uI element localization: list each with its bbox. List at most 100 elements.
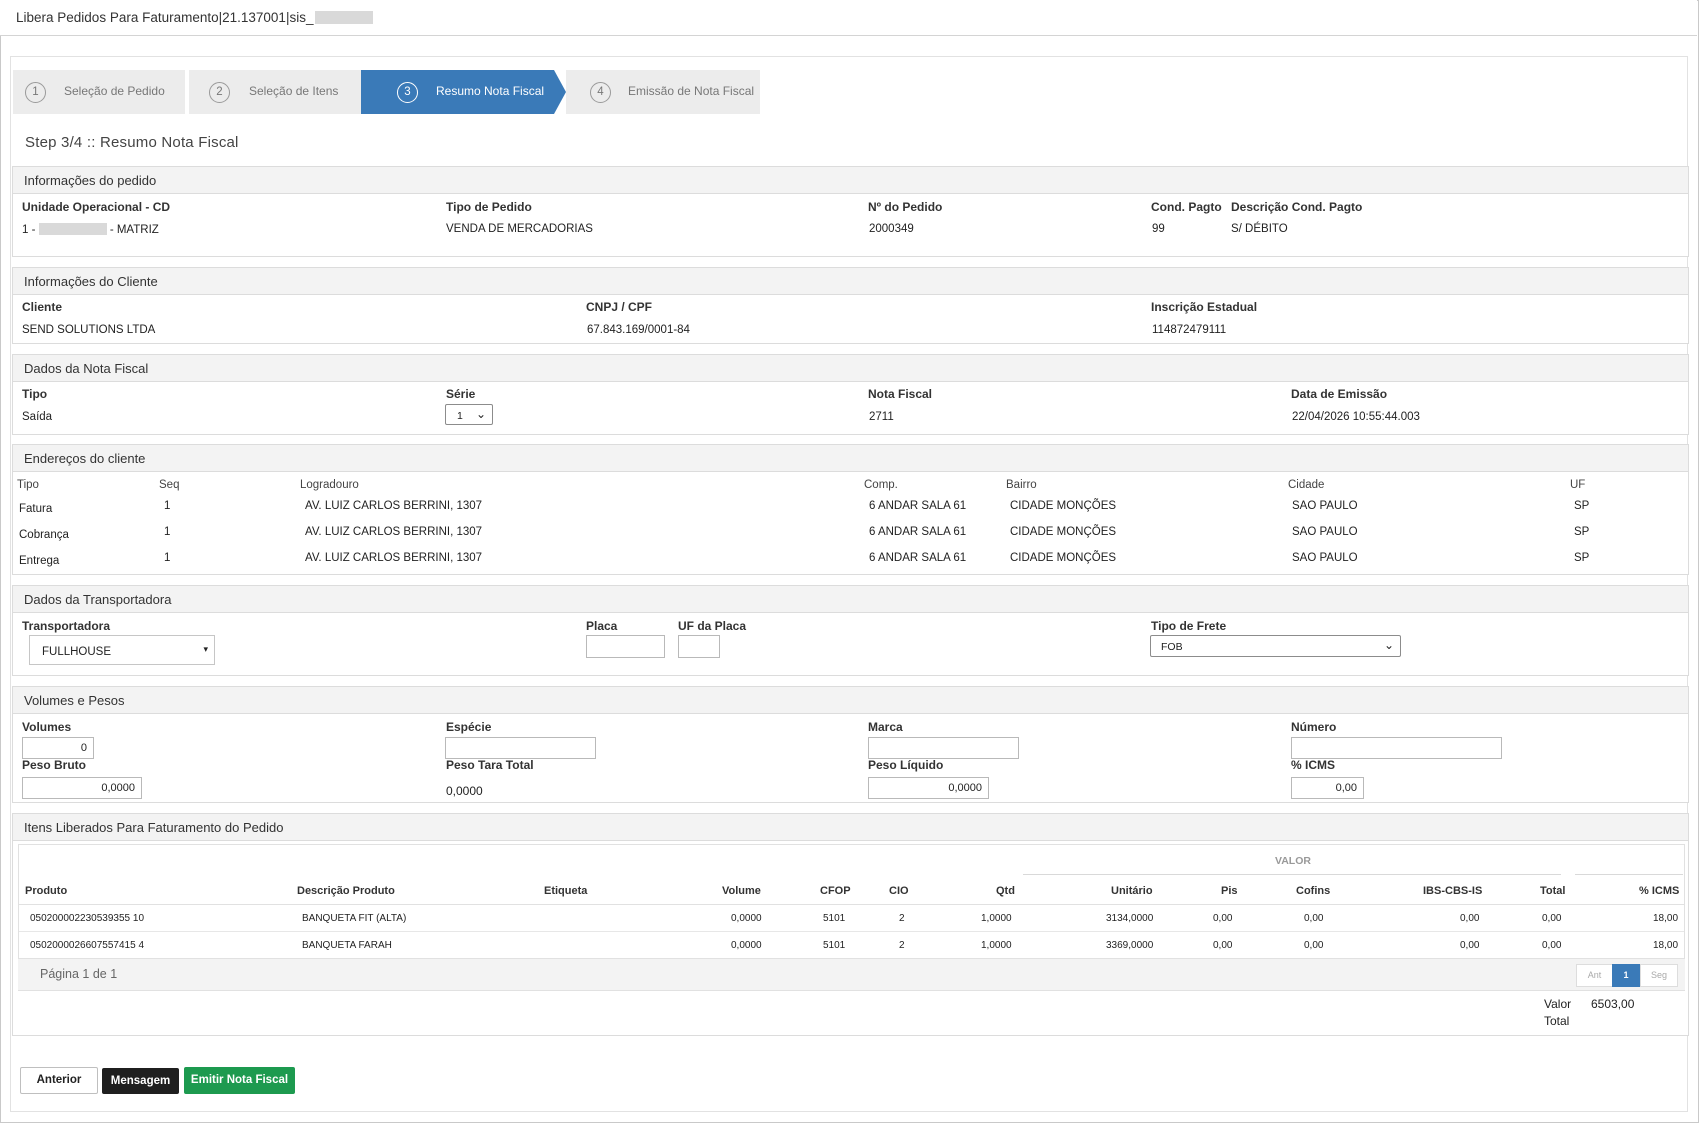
- tipo-frete-label: Tipo de Frete: [1151, 619, 1227, 633]
- valor-total-label-2: Total: [1544, 1014, 1570, 1028]
- cnpj-value: 67.843.169/0001-84: [587, 324, 690, 336]
- emitir-nota-fiscal-button[interactable]: Emitir Nota Fiscal: [184, 1067, 295, 1094]
- placa-label: Placa: [586, 619, 618, 633]
- tipo-frete-select[interactable]: FOB ⌄: [1150, 635, 1401, 657]
- transportadora-selected-value: FULLHOUSE: [42, 646, 112, 658]
- section-heading: Dados da Transportadora: [13, 586, 1688, 613]
- endereco-logradouro: AV. LUIZ CARLOS BERRINI, 1307: [305, 526, 483, 538]
- endereco-bairro: CIDADE MONÇÕES: [1010, 552, 1117, 564]
- col-header-unitario: Unitário: [1111, 885, 1153, 897]
- endereco-cidade: SAO PAULO: [1292, 526, 1358, 538]
- item-produto: 0502000026607557415 4: [30, 940, 145, 951]
- pager-current-page[interactable]: 1: [1612, 964, 1640, 987]
- item-descricao: BANQUETA FARAH: [302, 940, 392, 951]
- numero-input[interactable]: [1291, 737, 1502, 759]
- ie-value: 114872479111: [1152, 324, 1227, 336]
- transportadora-label: Transportadora: [22, 619, 111, 633]
- icms-label: % ICMS: [1291, 758, 1336, 772]
- col-header-cfop: CFOP: [820, 885, 851, 897]
- section-heading: Dados da Nota Fiscal: [13, 355, 1688, 382]
- endereco-cidade: SAO PAULO: [1292, 552, 1358, 564]
- volumes-label: Volumes: [22, 720, 72, 734]
- nf-tipo-label: Tipo: [22, 387, 48, 401]
- anterior-button[interactable]: Anterior: [20, 1067, 98, 1094]
- endereco-comp: 6 ANDAR SALA 61: [869, 552, 967, 564]
- col-header-etiqueta: Etiqueta: [544, 885, 588, 897]
- transportadora-select[interactable]: FULLHOUSE ▾: [29, 635, 215, 665]
- col-header-descricao: Descrição Produto: [297, 885, 395, 897]
- peso-tara-label: Peso Tara Total: [446, 758, 534, 772]
- peso-bruto-label: Peso Bruto: [22, 758, 87, 772]
- icms-input[interactable]: 0,00: [1291, 777, 1364, 799]
- col-header-volume: Volume: [722, 885, 761, 897]
- cnpj-label: CNPJ / CPF: [586, 300, 653, 314]
- volumes-input[interactable]: 0: [22, 737, 94, 759]
- col-header-bairro: Bairro: [1006, 479, 1037, 491]
- section-heading: Informações do pedido: [13, 167, 1688, 194]
- uf-placa-label: UF da Placa: [678, 619, 747, 633]
- col-header-comp: Comp.: [864, 479, 898, 491]
- peso-liquido-label: Peso Líquido: [868, 758, 944, 772]
- redacted-block: [38, 223, 107, 235]
- item-icms: 18,00: [1653, 940, 1679, 951]
- endereco-seq: 1: [164, 526, 171, 538]
- peso-bruto-input[interactable]: 0,0000: [22, 777, 142, 799]
- endereco-seq: 1: [164, 552, 171, 564]
- endereco-cidade: SAO PAULO: [1292, 500, 1358, 512]
- ie-label: Inscrição Estadual: [1151, 300, 1258, 314]
- step-label: Seleção de Itens: [249, 84, 339, 98]
- marca-input[interactable]: [868, 737, 1019, 759]
- pager-bar: [18, 958, 1685, 990]
- endereco-tipo: Cobrança: [19, 529, 69, 541]
- endereco-logradouro: AV. LUIZ CARLOS BERRINI, 1307: [305, 552, 483, 564]
- col-header-cio: CIO: [889, 885, 909, 897]
- nf-tipo-value: Saída: [22, 411, 53, 423]
- col-header-produto: Produto: [25, 885, 68, 897]
- step-arrow: [348, 70, 360, 114]
- mensagem-button[interactable]: Mensagem: [102, 1068, 179, 1094]
- step-number: 2: [209, 82, 230, 103]
- col-header-icms: % ICMS: [1639, 885, 1680, 897]
- pager-prev-button[interactable]: Ant: [1576, 964, 1613, 987]
- pager-next-button[interactable]: Seg: [1640, 964, 1678, 987]
- placa-input[interactable]: [586, 635, 665, 658]
- wizard-step-3[interactable]: 3 Resumo Nota Fiscal: [361, 70, 554, 114]
- step-number: 1: [25, 82, 46, 103]
- chevron-down-icon: ⌄: [475, 407, 486, 421]
- cliente-value: SEND SOLUTIONS LTDA: [22, 324, 156, 336]
- chevron-down-icon: ⌄: [1383, 638, 1394, 652]
- serie-selected-value: 1: [457, 410, 463, 422]
- step-number: 4: [590, 82, 611, 103]
- window-title-text: Libera Pedidos Para Faturamento|21.13700…: [16, 10, 314, 25]
- unidade-label: Unidade Operacional - CD: [22, 200, 171, 214]
- item-cfop: 5101: [823, 913, 846, 924]
- numero-label: Número: [1291, 720, 1337, 734]
- step-number: 3: [397, 82, 418, 103]
- item-unitario: 3134,0000: [1106, 913, 1154, 924]
- especie-input[interactable]: [445, 737, 596, 759]
- divider: [19, 931, 1684, 932]
- numero-pedido-label: Nº do Pedido: [868, 200, 943, 214]
- endereco-comp: 6 ANDAR SALA 61: [869, 500, 967, 512]
- item-total: 0,00: [1542, 940, 1562, 951]
- unidade-suffix: - MATRIZ: [109, 224, 159, 236]
- col-header-total: Total: [1540, 885, 1566, 897]
- peso-tara-value: 0,0000: [446, 784, 483, 798]
- peso-liquido-input[interactable]: 0,0000: [868, 777, 989, 799]
- item-ibs: 0,00: [1460, 940, 1480, 951]
- wizard-step-2[interactable]: 2 Seleção de Itens: [189, 70, 361, 114]
- col-header-pis: Pis: [1221, 885, 1238, 897]
- serie-select[interactable]: 1 ⌄: [445, 404, 493, 425]
- item-ibs: 0,00: [1460, 913, 1480, 924]
- endereco-logradouro: AV. LUIZ CARLOS BERRINI, 1307: [305, 500, 483, 512]
- item-cio: 2: [899, 913, 905, 924]
- wizard-step-1[interactable]: 1 Seleção de Pedido: [13, 70, 185, 114]
- section-heading: Informações do Cliente: [13, 268, 1688, 295]
- uf-placa-input[interactable]: [678, 635, 720, 658]
- wizard-step-4[interactable]: 4 Emissão de Nota Fiscal: [566, 70, 760, 114]
- item-descricao: BANQUETA FIT (ALTA): [302, 913, 407, 924]
- window-title: Libera Pedidos Para Faturamento|21.13700…: [16, 10, 374, 25]
- col-header-seq: Seq: [159, 479, 180, 491]
- unidade-value: 1 - - MATRIZ: [22, 223, 159, 236]
- step-label: Emissão de Nota Fiscal: [628, 84, 755, 98]
